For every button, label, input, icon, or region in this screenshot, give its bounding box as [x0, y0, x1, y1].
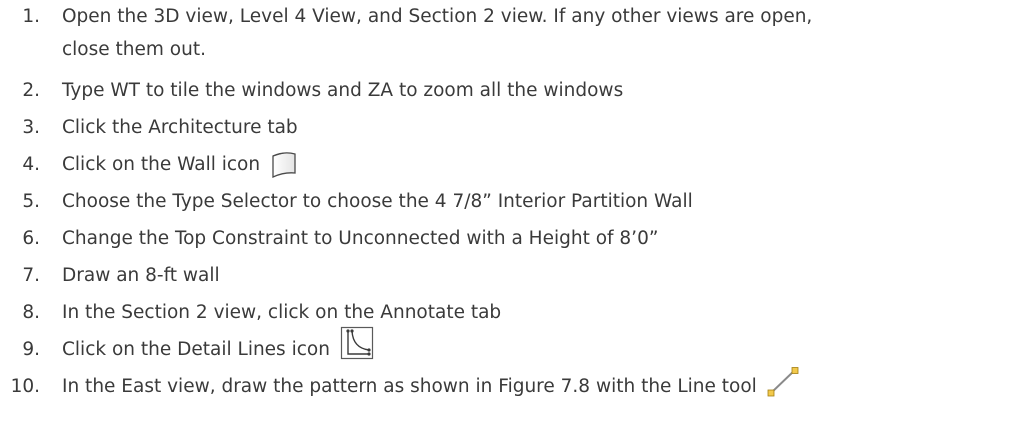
step-text-continuation: close them out. — [62, 39, 206, 60]
step-text: Click on the Detail Lines icon — [62, 339, 330, 360]
step-text: In the Section 2 view, click on the Anno… — [62, 302, 502, 323]
wall-icon — [270, 150, 298, 180]
step-number: 2. — [22, 80, 40, 101]
line-tool-icon — [767, 367, 799, 397]
step-number: 10. — [10, 376, 40, 397]
step-number: 7. — [22, 265, 40, 286]
step-number: 9. — [22, 339, 40, 360]
step-number: 5. — [22, 191, 40, 212]
step-number: 1. — [22, 6, 40, 27]
detail-lines-icon — [340, 326, 374, 360]
step-text: Open the 3D view, Level 4 View, and Sect… — [62, 6, 813, 27]
step-text: Draw an 8-ft wall — [62, 265, 220, 286]
instruction-list: 1. Open the 3D view, Level 4 View, and S… — [0, 0, 1014, 437]
step-number: 6. — [22, 228, 40, 249]
step-text: Choose the Type Selector to choose the 4… — [62, 191, 693, 212]
step-text: Click the Architecture tab — [62, 117, 298, 138]
step-number: 3. — [22, 117, 40, 138]
step-text: Change the Top Constraint to Unconnected… — [62, 228, 659, 249]
step-number: 4. — [22, 154, 40, 175]
step-text: Click on the Wall icon — [62, 154, 261, 175]
step-text: Type WT to tile the windows and ZA to zo… — [62, 80, 624, 101]
step-text: In the East view, draw the pattern as sh… — [62, 376, 757, 397]
step-number: 8. — [22, 302, 40, 323]
